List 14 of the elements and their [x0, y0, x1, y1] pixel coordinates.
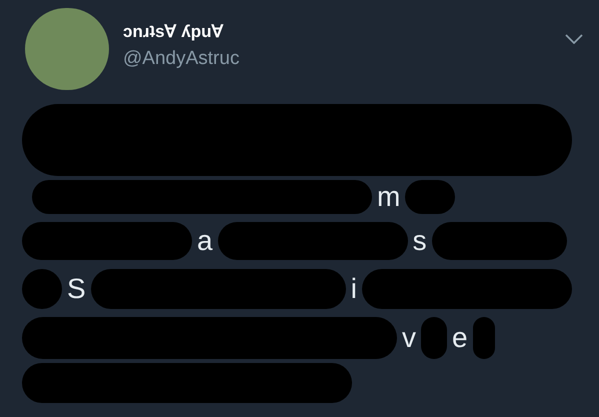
tweet-text: S [66, 273, 87, 305]
redaction-mark [472, 317, 495, 359]
display-name: ɔnɹʇs∀ ʎpu∀ [123, 22, 225, 42]
tweet-text: m [376, 181, 402, 213]
tweet-text: v [401, 322, 417, 354]
tweet-text: i [350, 273, 358, 305]
tweet-text: e [451, 322, 469, 354]
user-handle: @AndyAstruc [123, 48, 240, 70]
redaction-mark [421, 317, 447, 359]
chevron-down-icon[interactable] [565, 34, 583, 44]
redaction-mark [22, 269, 62, 309]
tweet-text: s [412, 225, 428, 257]
redaction-mark [405, 180, 456, 214]
tweet-text: a [196, 225, 214, 257]
